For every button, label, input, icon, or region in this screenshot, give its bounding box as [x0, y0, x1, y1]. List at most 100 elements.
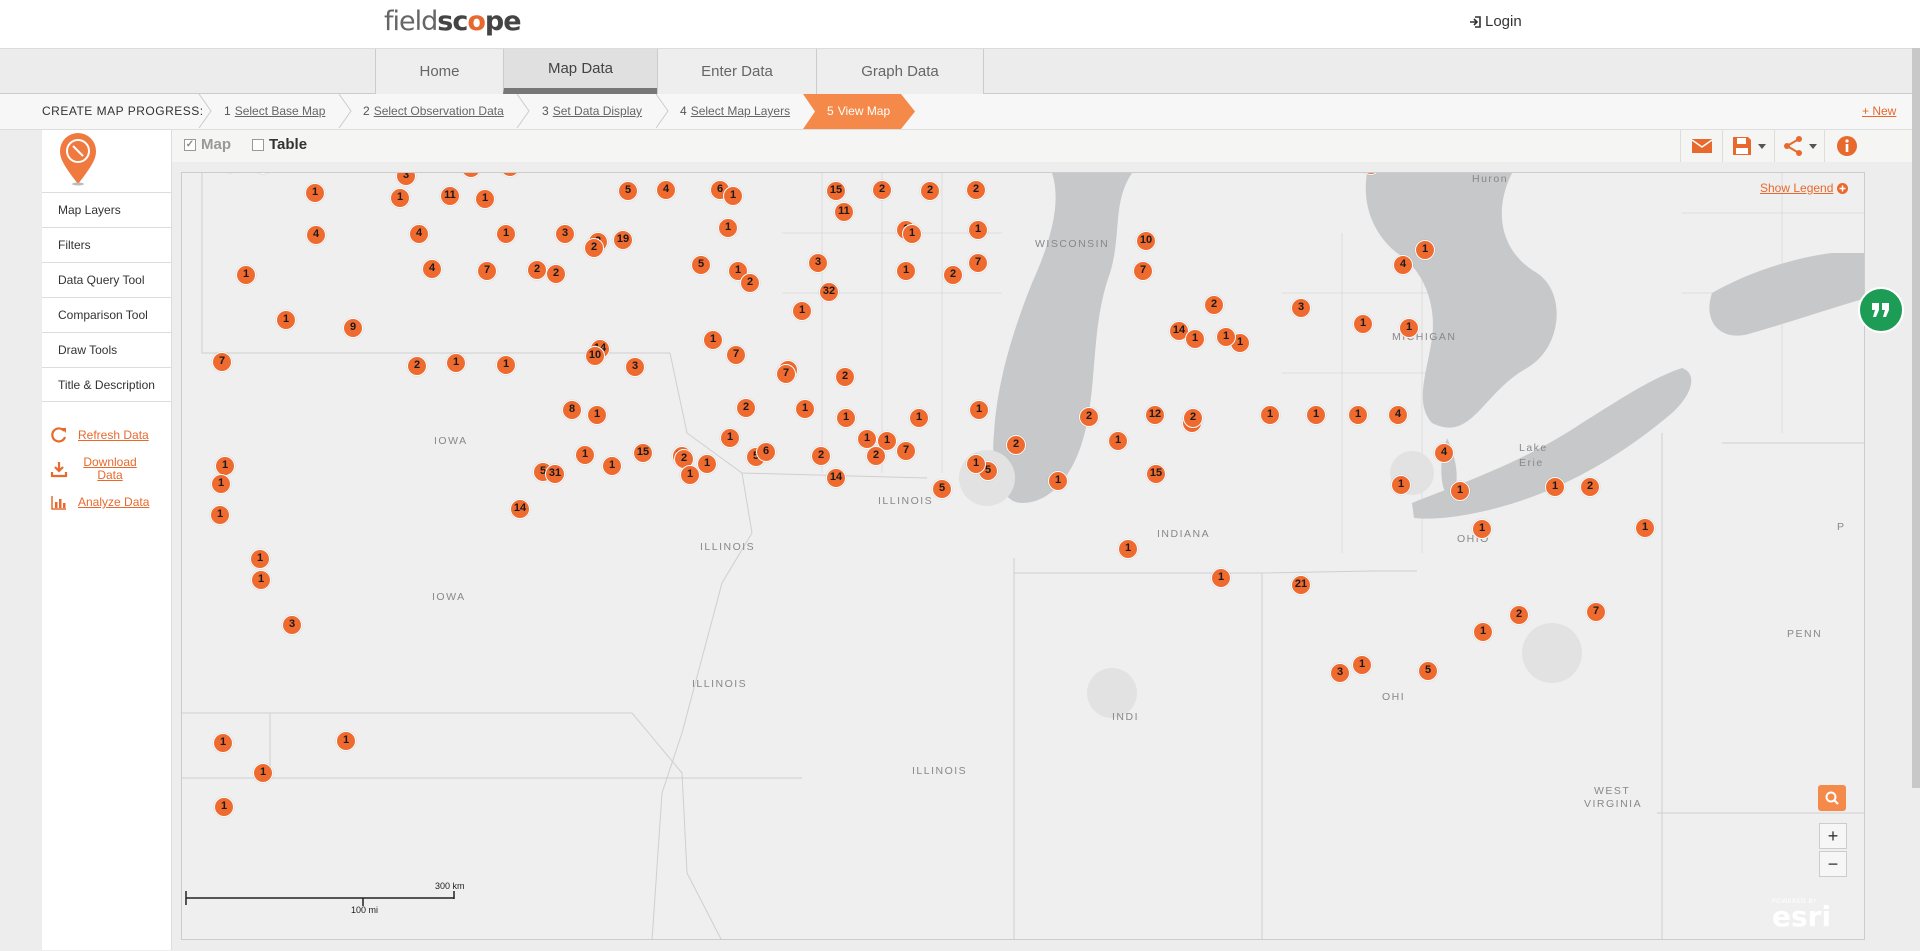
observation-cluster-marker[interactable]: 3: [282, 615, 302, 635]
observation-cluster-marker[interactable]: 2: [407, 356, 427, 376]
observation-cluster-marker[interactable]: 1: [496, 355, 516, 375]
observation-cluster-marker[interactable]: 4: [1393, 255, 1413, 275]
observation-cluster-marker[interactable]: 1: [496, 224, 516, 244]
observation-cluster-marker[interactable]: 1: [1348, 405, 1368, 425]
observation-cluster-marker[interactable]: 1: [251, 570, 271, 590]
sidebar-item-filters[interactable]: Filters: [42, 227, 172, 262]
map-checkbox[interactable]: ✓: [184, 138, 196, 151]
observation-cluster-marker[interactable]: 1: [210, 505, 230, 525]
observation-cluster-marker[interactable]: 7: [1586, 602, 1606, 622]
zoom-in-button[interactable]: +: [1819, 823, 1847, 849]
observation-cluster-marker[interactable]: 7: [896, 441, 916, 461]
share-menu-button[interactable]: [1774, 130, 1824, 162]
observation-cluster-marker[interactable]: 4: [409, 224, 429, 244]
map-search-button[interactable]: [1818, 785, 1846, 811]
observation-cluster-marker[interactable]: 1: [723, 186, 743, 206]
observation-cluster-marker[interactable]: 2: [872, 180, 892, 200]
observation-cluster-marker[interactable]: 1: [214, 797, 234, 817]
observation-cluster-marker[interactable]: 2: [920, 181, 940, 201]
observation-cluster-marker[interactable]: 1: [390, 188, 410, 208]
observation-cluster-marker[interactable]: 1: [718, 218, 738, 238]
observation-cluster-marker[interactable]: 11: [834, 202, 854, 222]
observation-cluster-marker[interactable]: 31: [545, 464, 565, 484]
feedback-quote-button[interactable]: [1858, 287, 1904, 333]
save-menu-button[interactable]: [1722, 130, 1774, 162]
observation-cluster-marker[interactable]: 7: [477, 261, 497, 281]
observation-cluster-marker[interactable]: 4: [656, 180, 676, 200]
observation-cluster-marker[interactable]: 19: [613, 230, 633, 250]
observation-cluster-marker[interactable]: 2: [740, 273, 760, 293]
fieldscope-logo[interactable]: fieldscope: [384, 6, 522, 37]
observation-cluster-marker[interactable]: 6: [756, 442, 776, 462]
observation-cluster-marker[interactable]: 1: [1545, 477, 1565, 497]
observation-cluster-marker[interactable]: 1: [1211, 568, 1231, 588]
observation-cluster-marker[interactable]: 1: [909, 408, 929, 428]
tab-enter-data[interactable]: Enter Data: [657, 49, 817, 94]
observation-cluster-marker[interactable]: 14: [826, 468, 846, 488]
step-set-data-display[interactable]: 3 Set Data Display: [542, 94, 642, 128]
observation-cluster-marker[interactable]: 1: [215, 456, 235, 476]
observation-cluster-marker[interactable]: 1: [792, 301, 812, 321]
observation-cluster-marker[interactable]: 1: [1353, 314, 1373, 334]
info-button[interactable]: [1824, 130, 1868, 162]
observation-cluster-marker[interactable]: 7: [1133, 261, 1153, 281]
observation-cluster-marker[interactable]: 2: [966, 180, 986, 200]
observation-cluster-marker[interactable]: 1: [1306, 405, 1326, 425]
observation-cluster-marker[interactable]: 1: [697, 454, 717, 474]
observation-cluster-marker[interactable]: 15: [826, 181, 846, 201]
show-legend-link[interactable]: Show Legend: [1760, 181, 1849, 195]
observation-cluster-marker[interactable]: 7: [212, 352, 232, 372]
map-view-toggle[interactable]: ✓ Map: [184, 136, 231, 153]
observation-cluster-marker[interactable]: 1: [1635, 518, 1655, 538]
basemap-canvas[interactable]: [182, 173, 1865, 940]
sidebar-item-map-layers[interactable]: Map Layers: [42, 192, 172, 227]
observation-cluster-marker[interactable]: 32: [819, 282, 839, 302]
observation-cluster-marker[interactable]: 2: [811, 446, 831, 466]
observation-cluster-marker[interactable]: 1: [1473, 622, 1493, 642]
observation-cluster-marker[interactable]: 2: [943, 265, 963, 285]
observation-cluster-marker[interactable]: 1: [968, 220, 988, 240]
observation-cluster-marker[interactable]: 2: [1204, 295, 1224, 315]
observation-cluster-marker[interactable]: 3: [1291, 298, 1311, 318]
observation-cluster-marker[interactable]: 1: [703, 330, 723, 350]
observation-cluster-marker[interactable]: 3: [808, 253, 828, 273]
observation-cluster-marker[interactable]: 1: [475, 189, 495, 209]
observation-cluster-marker[interactable]: 4: [422, 259, 442, 279]
observation-cluster-marker[interactable]: 2: [1509, 605, 1529, 625]
observation-cluster-marker[interactable]: 1: [1352, 655, 1372, 675]
observation-cluster-marker[interactable]: 2: [1006, 435, 1026, 455]
observation-cluster-marker[interactable]: 9: [343, 318, 363, 338]
sidebar-item-comparison-tool[interactable]: Comparison Tool: [42, 297, 172, 332]
observation-cluster-marker[interactable]: 2: [546, 264, 566, 284]
observation-cluster-marker[interactable]: 1: [896, 261, 916, 281]
observation-cluster-marker[interactable]: 1: [213, 733, 233, 753]
observation-cluster-marker[interactable]: 1: [587, 405, 607, 425]
observation-cluster-marker[interactable]: 2: [835, 367, 855, 387]
observation-cluster-marker[interactable]: 1: [1185, 329, 1205, 349]
tab-map-data[interactable]: Map Data: [503, 49, 658, 94]
observation-cluster-marker[interactable]: 1: [1108, 431, 1128, 451]
observation-cluster-marker[interactable]: 1: [1450, 481, 1470, 501]
observation-cluster-marker[interactable]: 2: [736, 398, 756, 418]
table-checkbox[interactable]: [252, 138, 264, 151]
observation-cluster-marker[interactable]: 7: [726, 345, 746, 365]
observation-cluster-marker[interactable]: 2: [584, 238, 604, 258]
download-data-link[interactable]: Download Data: [50, 456, 160, 482]
observation-cluster-marker[interactable]: 1: [276, 310, 296, 330]
tab-graph-data[interactable]: Graph Data: [816, 49, 984, 94]
observation-cluster-marker[interactable]: 1: [253, 763, 273, 783]
observation-cluster-marker[interactable]: 2: [527, 260, 547, 280]
observation-cluster-marker[interactable]: 1: [966, 454, 986, 474]
step-select-map-layers[interactable]: 4 Select Map Layers: [680, 94, 790, 128]
observation-cluster-marker[interactable]: 1: [857, 429, 877, 449]
analyze-data-link[interactable]: Analyze Data: [50, 493, 149, 511]
observation-cluster-marker[interactable]: 14: [510, 499, 530, 519]
sidebar-item-data-query-tool[interactable]: Data Query Tool: [42, 262, 172, 297]
observation-cluster-marker[interactable]: 7: [776, 364, 796, 384]
observation-cluster-marker[interactable]: 1: [575, 445, 595, 465]
observation-cluster-marker[interactable]: 1: [446, 353, 466, 373]
observation-cluster-marker[interactable]: 1: [720, 428, 740, 448]
observation-cluster-marker[interactable]: 1: [1216, 327, 1236, 347]
observation-cluster-marker[interactable]: 3: [1330, 663, 1350, 683]
observation-cluster-marker[interactable]: 8: [562, 400, 582, 420]
